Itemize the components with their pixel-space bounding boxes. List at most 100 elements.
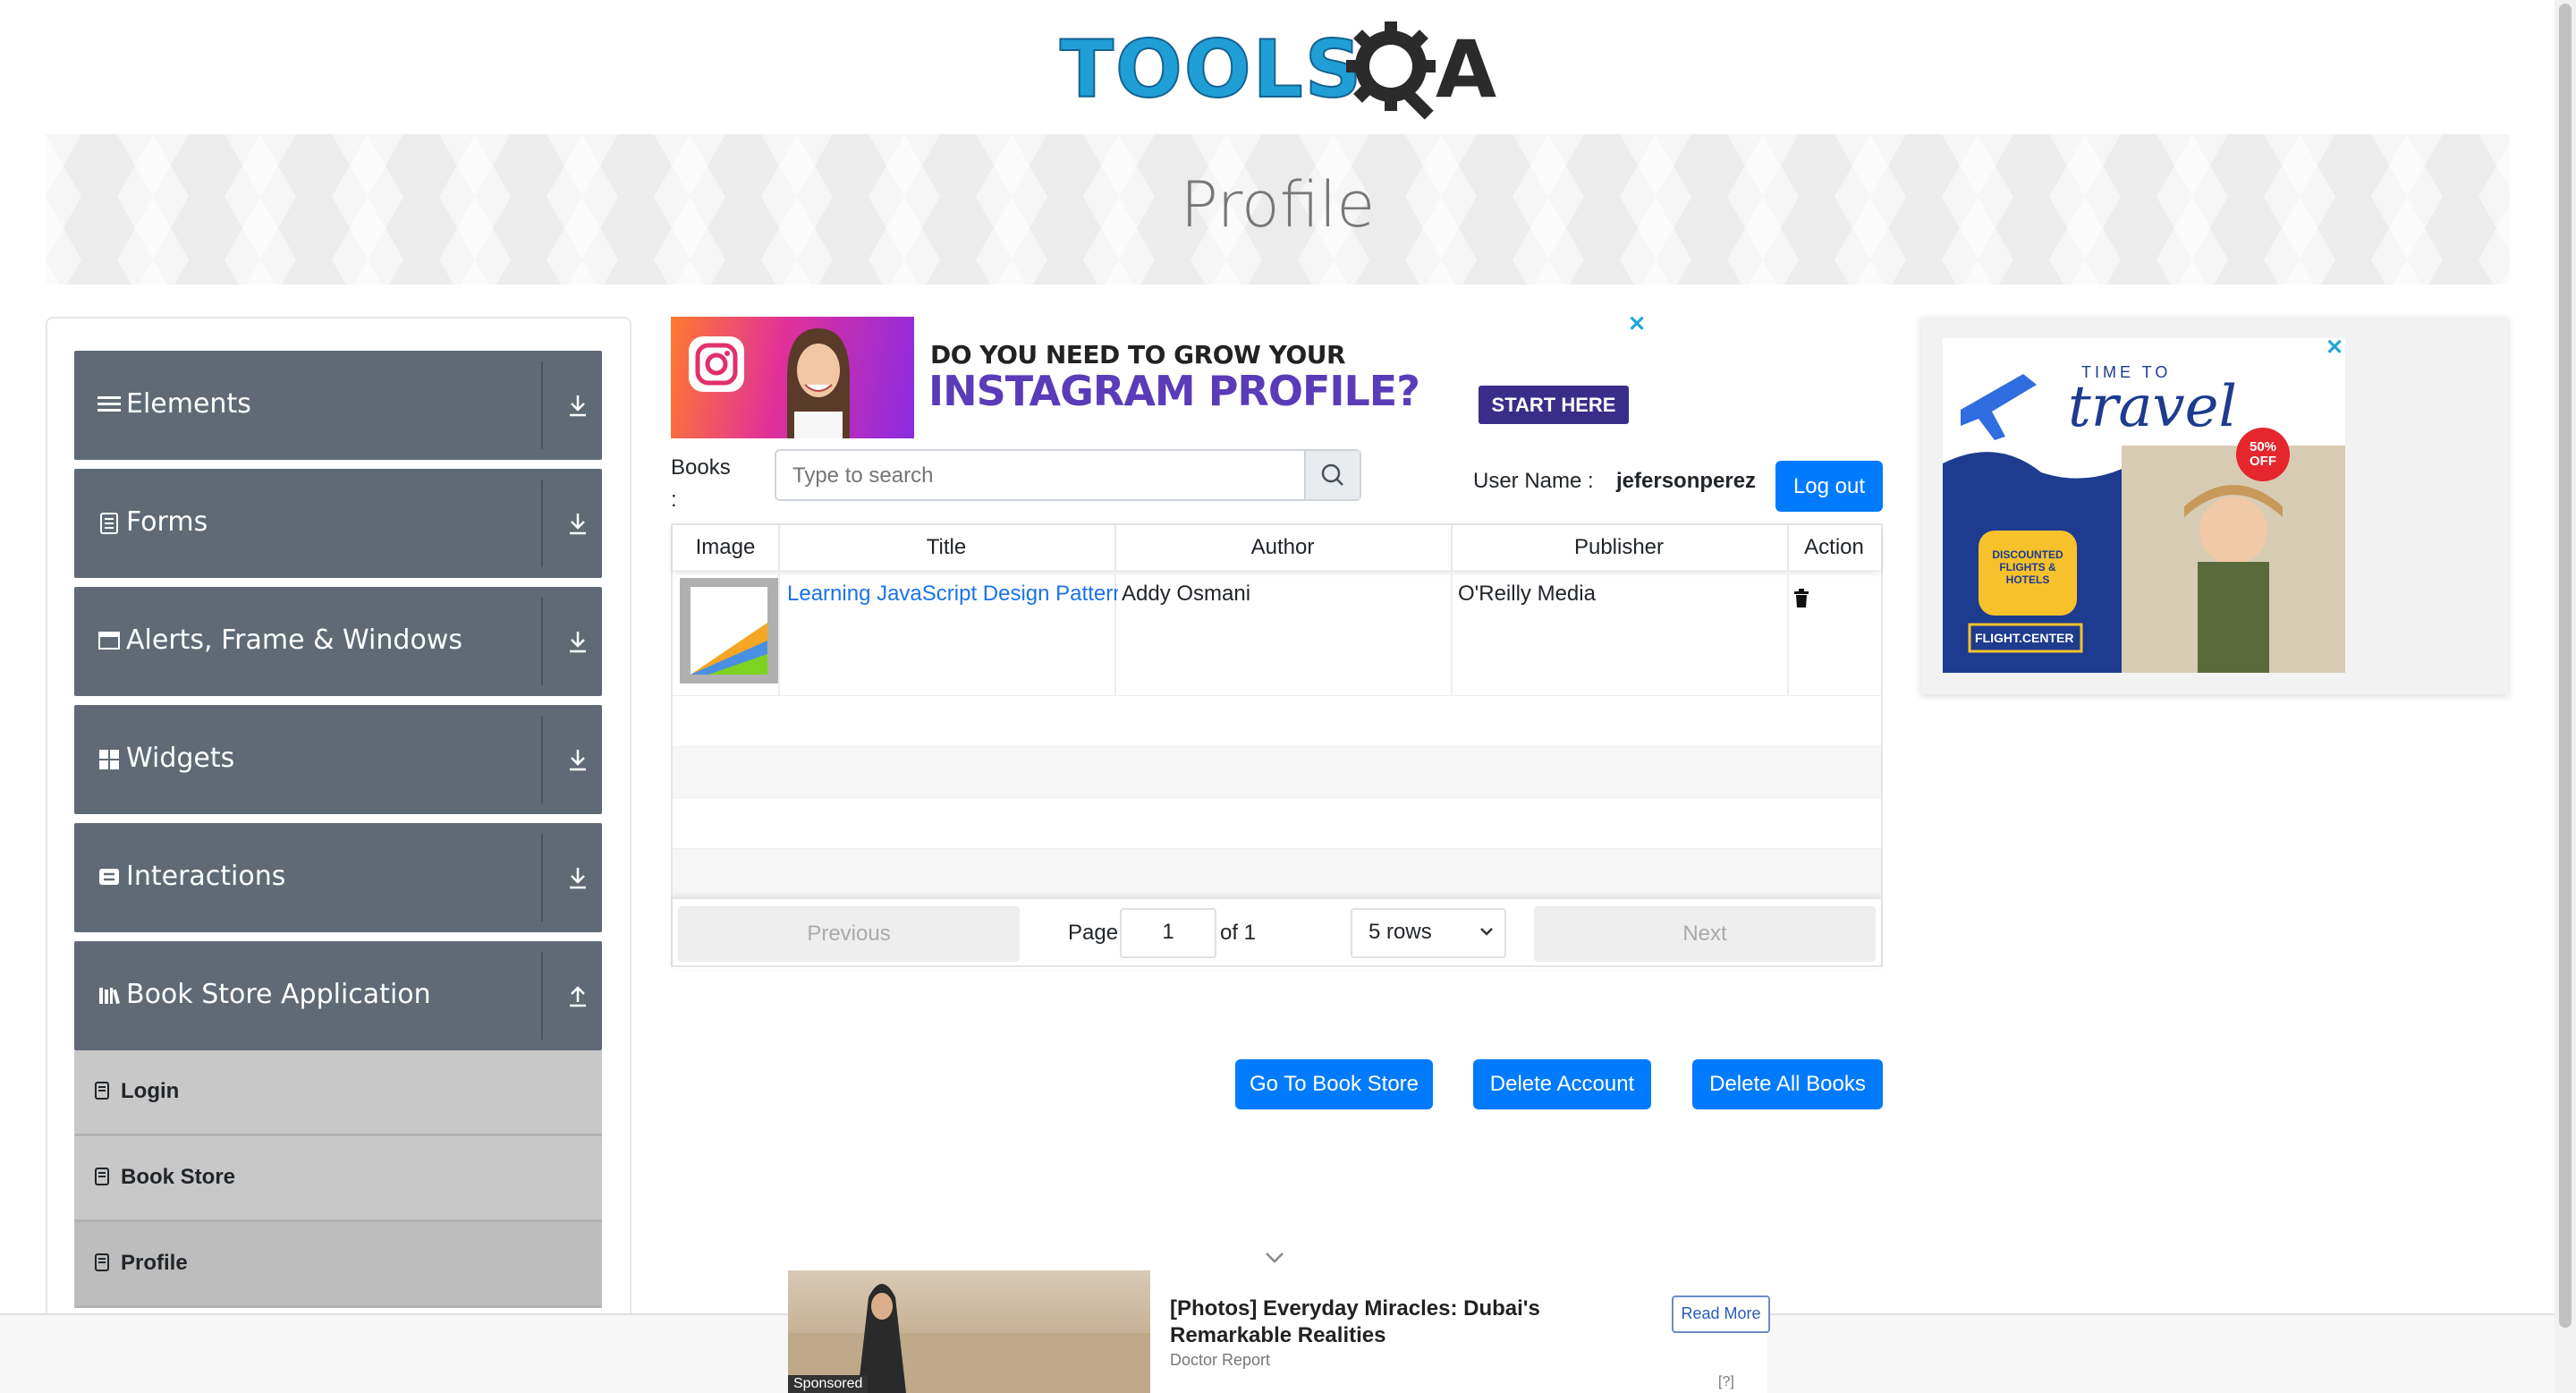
sidebar-group-alerts[interactable]: Alerts, Frame & Windows [74,587,602,696]
sidebar-item-login[interactable]: Login [74,1050,602,1136]
sponsored-label: Sponsored [788,1375,869,1393]
travel-ad-image: TIME TO travel 50% OFF DISCOUNTED FLIGHT… [1943,338,2345,673]
table-row: Learning JavaScript Design Patterns Addy… [673,570,1881,696]
rows-per-page-select[interactable]: 5 rows [1351,908,1506,958]
books-label: Books : [671,455,731,512]
sidebar-item-label: Login [121,1079,180,1103]
logo-text: TOOLS [1059,23,1364,115]
book-icon [95,1168,109,1185]
logo-letter-a: A [1436,23,1497,115]
next-button[interactable]: Next [1534,906,1876,962]
sponsored-ad[interactable]: Sponsored [Photos] Everyday Miracles: Du… [788,1270,1770,1393]
table-header: Image Title Author Publisher Action [673,525,1881,570]
travel-ad-badge: 50% OFF [2249,439,2277,469]
woman-photo-icon [787,328,850,438]
page-number-input[interactable]: 1 [1120,908,1216,958]
travel-ad[interactable]: TIME TO travel 50% OFF DISCOUNTED FLIGHT… [1921,317,2508,694]
travel-ad-line2: travel [2068,374,2237,440]
travel-ad-tag: DISCOUNTED FLIGHTS & HOTELS [1992,548,2063,586]
book-icon [95,1082,109,1100]
chevron-down-icon [1480,928,1493,936]
username-label: User Name : [1473,469,1594,493]
book-author: Addy Osmani [1122,582,1251,606]
left-sidebar: Elements Forms Alerts, Frame & Windows W… [46,317,631,1328]
delete-all-books-button[interactable]: Delete All Books [1692,1059,1883,1109]
sidebar-item-book-store[interactable]: Book Store [74,1136,602,1222]
toolsqa-logo[interactable]: TOOLS A [1059,16,1498,122]
ad-source: Doctor Report [1170,1351,1271,1369]
books-table: Image Title Author Publisher Action Lear… [671,523,1883,967]
divider [541,480,543,567]
sidebar-group-label: Forms [126,506,208,538]
previous-button[interactable]: Previous [678,906,1020,962]
page-label: Page [1068,921,1119,945]
widgets-icon [99,750,119,769]
logout-button[interactable]: Log out [1775,461,1883,512]
sidebar-group-forms[interactable]: Forms [74,469,602,578]
ad-title[interactable]: [Photos] Everyday Miracles: Dubai's Rema… [1170,1295,1635,1349]
download-arrow-icon [570,514,586,535]
search-button[interactable] [1304,451,1360,499]
divider [541,952,543,1040]
table-row [673,746,1881,798]
sidebar-group-label: Widgets [126,743,235,774]
download-arrow-icon [570,632,586,653]
ad-close-icon[interactable]: ✕ [1628,314,1648,336]
search-input[interactable] [776,451,1326,501]
book-title-link[interactable]: Learning JavaScript Design Patterns [787,582,1118,607]
column-header-action[interactable]: Action [1787,525,1881,570]
scrollbar-thumb[interactable] [2559,4,2572,1328]
sidebar-group-elements[interactable]: Elements [74,351,602,460]
travel-ad-brand: FLIGHT.CENTER [1975,631,2074,645]
download-arrow-icon [570,868,586,889]
table-row [673,797,1881,849]
ad-image [671,317,914,438]
instagram-icon [689,336,744,392]
column-header-title[interactable]: Title [778,525,1116,570]
go-to-book-store-button[interactable]: Go To Book Store [1235,1059,1433,1109]
ad-photo: Sponsored [788,1270,1150,1393]
sidebar-group-book-store[interactable]: Book Store Application [74,941,602,1050]
book-cover-image[interactable] [680,578,778,684]
sidebar-item-profile[interactable]: Profile [74,1222,602,1308]
hamburger-icon [97,396,121,412]
page-total-label: of 1 [1220,921,1257,945]
book-cover-page [691,587,767,675]
ad-info-link[interactable]: [?] [1718,1374,1734,1390]
column-header-publisher[interactable]: Publisher [1451,525,1789,570]
download-arrow-icon [570,395,586,417]
read-more-button[interactable]: Read More [1672,1295,1770,1333]
pagination-bar: Previous Page 1 of 1 5 rows Next [673,897,1881,969]
ad-headline-1: DO YOU NEED TO GROW YOUR [930,340,1346,369]
table-row [673,695,1881,747]
library-icon [99,988,121,1005]
book-icon [95,1253,109,1271]
sidebar-item-label: Book Store [121,1165,236,1189]
interactions-icon [99,869,119,885]
page-title: Profile [1180,168,1376,242]
ad-start-here-button[interactable]: START HERE [1479,386,1629,424]
window-icon [98,632,120,650]
document-icon [100,513,118,534]
sidebar-group-label: Elements [126,388,251,420]
column-header-image[interactable]: Image [673,525,780,570]
search-icon [1321,463,1343,486]
trash-icon[interactable] [1793,589,1809,608]
rows-per-page-value: 5 rows [1368,920,1432,944]
divider [541,598,543,685]
instagram-ad[interactable]: DO YOU NEED TO GROW YOUR INSTAGRAM PROFI… [671,317,1453,438]
sidebar-group-interactions[interactable]: Interactions [74,823,602,932]
delete-account-button[interactable]: Delete Account [1473,1059,1651,1109]
sidebar-group-widgets[interactable]: Widgets [74,705,602,814]
book-publisher: O'Reilly Media [1458,582,1596,606]
page-banner: Profile [46,134,2510,285]
vertical-scrollbar[interactable] [2555,0,2576,1393]
ad-close-icon[interactable]: ✕ [2326,335,2343,361]
table-row [673,848,1881,898]
chevron-down-icon[interactable] [1261,1249,1288,1267]
download-arrow-icon [570,750,586,771]
column-header-author[interactable]: Author [1114,525,1453,570]
sidebar-item-label: Profile [121,1251,188,1275]
divider [541,834,543,922]
divider [541,361,543,449]
